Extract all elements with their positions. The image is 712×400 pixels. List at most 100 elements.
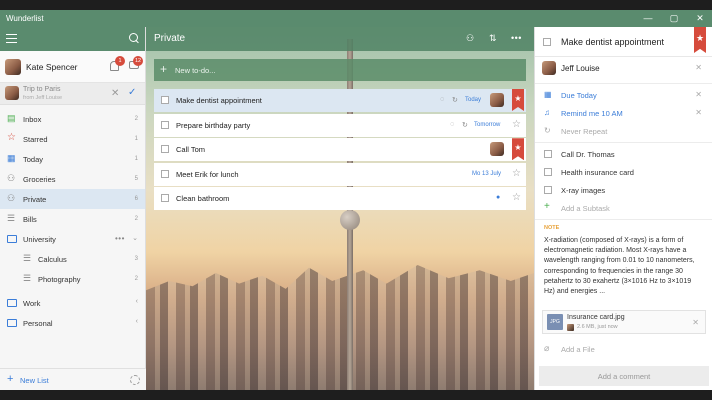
assignee-row[interactable]: Jeff Louise ✕ bbox=[535, 57, 712, 81]
remove-assignee-icon[interactable]: ✕ bbox=[695, 63, 702, 72]
divider bbox=[535, 142, 712, 143]
user-profile-row[interactable]: Kate Spencer 1 12 bbox=[0, 51, 145, 83]
sidebar-item-label: Starred bbox=[23, 135, 48, 144]
file-attachment[interactable]: JPG Insurance card.jpg 2.6 MB, just now … bbox=[542, 310, 706, 334]
chevron-left-icon[interactable]: ‹ bbox=[136, 298, 138, 305]
avatar bbox=[567, 324, 574, 331]
divider bbox=[535, 219, 712, 220]
sidebar-item-label: Work bbox=[23, 299, 41, 308]
task-title: Clean bathroom bbox=[176, 194, 230, 204]
hamburger-menu-icon[interactable] bbox=[6, 34, 17, 43]
decline-invite-icon[interactable]: ✕ bbox=[111, 88, 119, 99]
avatar[interactable] bbox=[5, 59, 21, 75]
remove-file-icon[interactable]: ✕ bbox=[692, 318, 699, 327]
detail-header: Make dentist appointment ★ bbox=[535, 27, 712, 57]
comment-input[interactable] bbox=[539, 366, 709, 386]
messages-badge: 12 bbox=[133, 56, 143, 66]
task-checkbox[interactable] bbox=[161, 145, 169, 154]
detail-task-checkbox[interactable] bbox=[543, 38, 551, 46]
due-date-row[interactable]: ▦ Due Today ✕ bbox=[535, 86, 712, 104]
gear-icon[interactable] bbox=[130, 375, 140, 385]
sidebar-folder-work[interactable]: Work ‹ bbox=[0, 293, 145, 313]
add-todo-input[interactable] bbox=[175, 61, 515, 79]
reminder-row[interactable]: ♫ Remind me 10 AM ✕ bbox=[535, 104, 712, 122]
close-window-button[interactable]: ✕ bbox=[695, 13, 705, 23]
task-row[interactable]: Clean bathroom ● ☆ bbox=[154, 187, 526, 211]
more-icon[interactable]: ••• bbox=[115, 234, 125, 243]
remove-reminder-icon[interactable]: ✕ bbox=[695, 108, 702, 117]
note-header: NOTE bbox=[535, 222, 712, 234]
avatar bbox=[490, 93, 504, 107]
maximize-button[interactable]: ▢ bbox=[669, 13, 679, 23]
task-title: Meet Erik for lunch bbox=[176, 169, 239, 179]
task-row[interactable]: Make dentist appointment ◌ ↻ Today ★ bbox=[154, 89, 526, 112]
new-list-button[interactable]: New List bbox=[20, 376, 49, 385]
sidebar-item-private[interactable]: ⚇ Private 6 bbox=[0, 189, 145, 209]
list-icon: ☰ bbox=[23, 253, 32, 263]
subtask-row[interactable]: Health insurance card bbox=[535, 163, 712, 181]
sidebar-item-bills[interactable]: ☰ Bills 2 bbox=[0, 209, 145, 229]
subtask-checkbox[interactable] bbox=[544, 168, 552, 176]
comment-bar[interactable] bbox=[539, 366, 709, 386]
minimize-button[interactable]: — bbox=[643, 13, 653, 23]
plus-icon[interactable]: + bbox=[7, 373, 13, 385]
subtask-checkbox[interactable] bbox=[544, 150, 552, 158]
star-icon[interactable]: ☆ bbox=[512, 192, 521, 203]
bell-icon: ♫ bbox=[544, 108, 550, 117]
list-icon: ☰ bbox=[23, 273, 32, 283]
task-checkbox[interactable] bbox=[161, 96, 169, 104]
chevron-down-icon[interactable]: ⌄ bbox=[132, 234, 138, 242]
user-name: Kate Spencer bbox=[26, 62, 78, 72]
chevron-left-icon[interactable]: ‹ bbox=[136, 318, 138, 325]
subtask-row[interactable]: Call Dr. Thomas bbox=[535, 145, 712, 163]
repeat-row[interactable]: ↻ Never Repeat bbox=[535, 122, 712, 140]
task-title: Prepare birthday party bbox=[176, 120, 251, 130]
sidebar-item-today[interactable]: ▦ Today 1 bbox=[0, 149, 145, 169]
sidebar-item-label: Bills bbox=[23, 215, 37, 224]
sidebar-item-calculus[interactable]: ☰ Calculus 3 bbox=[0, 249, 145, 269]
add-todo-bar[interactable]: + bbox=[154, 59, 526, 81]
search-icon[interactable] bbox=[129, 33, 138, 42]
share-list-icon[interactable]: ⚇ bbox=[466, 33, 474, 44]
task-checkbox[interactable] bbox=[161, 169, 169, 178]
remove-due-date-icon[interactable]: ✕ bbox=[695, 90, 702, 99]
add-file-row[interactable]: ⌀ Add a File bbox=[535, 340, 712, 358]
star-icon[interactable]: ☆ bbox=[512, 168, 521, 179]
sidebar-folder-university[interactable]: University ••• ⌄ bbox=[0, 229, 145, 249]
subtask-row[interactable]: X-ray images bbox=[535, 181, 712, 199]
star-icon[interactable]: ★ bbox=[512, 138, 524, 161]
sidebar-item-groceries[interactable]: ⚇ Groceries 5 bbox=[0, 169, 145, 189]
note-text[interactable]: X-radiation (composed of X-rays) is a fo… bbox=[535, 234, 712, 302]
star-icon[interactable]: ★ bbox=[512, 89, 524, 111]
assignee-name: Jeff Louise bbox=[561, 64, 600, 73]
sidebar-item-inbox[interactable]: ▤ Inbox 2 bbox=[0, 109, 145, 129]
accept-invite-icon[interactable]: ✓ bbox=[128, 87, 136, 98]
sidebar-item-label: Photography bbox=[38, 275, 81, 284]
reminder-label: Remind me 10 AM bbox=[561, 109, 623, 118]
bottom-system-bar bbox=[0, 390, 712, 400]
add-subtask-row[interactable]: + Add a Subtask bbox=[535, 199, 712, 217]
sidebar-item-count: 3 bbox=[134, 256, 138, 262]
more-options-icon[interactable]: ••• bbox=[511, 33, 522, 43]
task-row[interactable]: Meet Erik for lunch Mo 13 July ☆ bbox=[154, 162, 526, 186]
task-due-date: Today bbox=[465, 97, 482, 103]
star-icon[interactable]: ☆ bbox=[512, 119, 521, 130]
sort-icon[interactable]: ⇅ bbox=[489, 33, 497, 44]
background-tower-sphere bbox=[340, 210, 360, 230]
inbox-icon: ▤ bbox=[7, 113, 16, 123]
task-row[interactable]: Call Tom ★ bbox=[154, 138, 526, 162]
task-row[interactable]: Prepare birthday party ◌ ↻ Tomorrow ☆ bbox=[154, 113, 526, 137]
sidebar-item-photography[interactable]: ☰ Photography 2 bbox=[0, 269, 145, 289]
sidebar-item-starred[interactable]: ☆ Starred 1 bbox=[0, 129, 145, 149]
task-due-date: Tomorrow bbox=[474, 121, 501, 128]
folder-icon bbox=[7, 299, 17, 307]
sidebar-folder-personal[interactable]: Personal ‹ bbox=[0, 313, 145, 333]
star-icon[interactable]: ★ bbox=[694, 27, 706, 53]
task-checkbox[interactable] bbox=[161, 194, 169, 203]
task-checkbox[interactable] bbox=[161, 120, 169, 129]
invite-title: Trip to Paris bbox=[23, 86, 61, 93]
detail-task-title[interactable]: Make dentist appointment bbox=[561, 37, 664, 47]
plus-icon[interactable]: + bbox=[160, 62, 167, 76]
sidebar-item-count: 1 bbox=[134, 156, 138, 162]
subtask-checkbox[interactable] bbox=[544, 186, 552, 194]
